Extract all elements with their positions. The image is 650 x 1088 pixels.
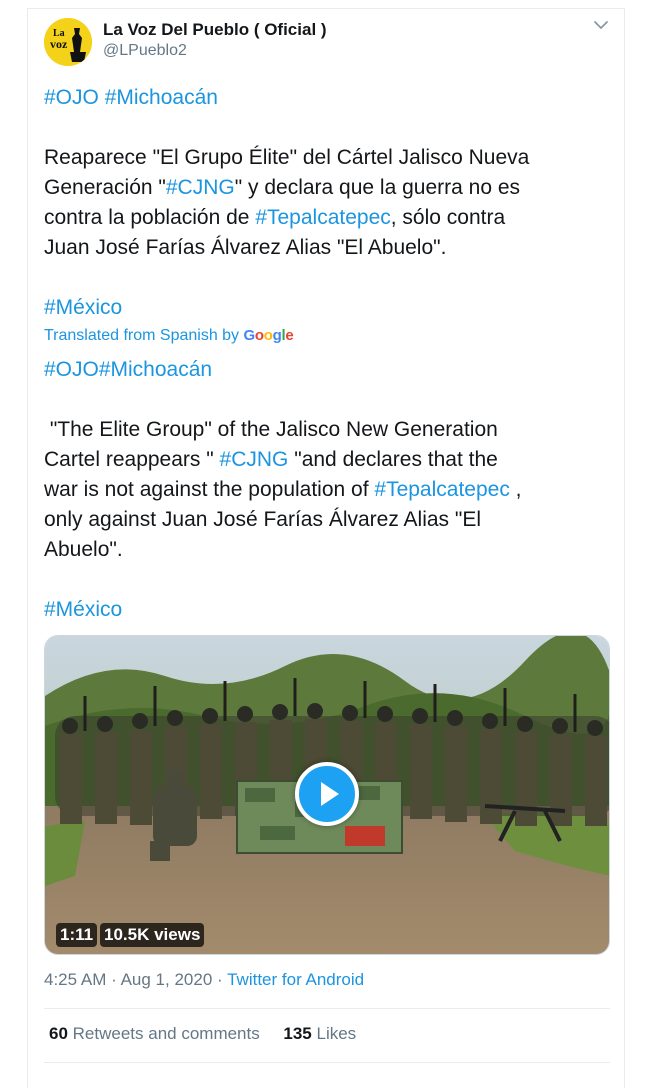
translation-label: Translated from Spanish by	[44, 327, 240, 344]
meta-separator: ·	[111, 970, 117, 989]
hashtag-cjng[interactable]: #CJNG	[220, 448, 289, 471]
avatar[interactable]: La voz	[44, 18, 92, 66]
tweet-line: contra la población de #Tepalcatepec, só…	[44, 203, 604, 233]
hashtag-mexico[interactable]: #México	[44, 296, 122, 319]
google-logo: Google	[243, 327, 294, 344]
translation-attribution[interactable]: Translated from Spanish by Google	[44, 327, 294, 345]
hashtag-ojo-michoacan[interactable]: #OJO#Michoacán	[44, 358, 212, 381]
retweets-stat[interactable]: 60 Retweets and comments	[49, 1024, 260, 1043]
retweets-count: 60	[49, 1024, 68, 1043]
tweet-date[interactable]: Aug 1, 2020	[121, 970, 213, 989]
hashtag-ojo[interactable]: #OJO	[44, 86, 99, 109]
video-duration: 1:11	[56, 923, 98, 947]
translated-body: "The Elite Group" of the Jalisco New Gen…	[44, 415, 604, 565]
likes-stat[interactable]: 135 Likes	[283, 1024, 356, 1043]
text-segment: Cartel reappears "	[44, 448, 220, 471]
tweet-text-final-tag: #México	[44, 293, 604, 323]
author-name[interactable]: La Voz Del Pueblo ( Oficial )	[103, 20, 327, 40]
meta-separator: ·	[217, 970, 223, 989]
tweet-source[interactable]: Twitter for Android	[227, 970, 364, 989]
translated-line: Cartel reappears " #CJNG "and declares t…	[44, 445, 604, 475]
translated-tags: #OJO#Michoacán	[44, 355, 604, 385]
text-segment: war is not against the population of	[44, 478, 375, 501]
svg-text:voz: voz	[50, 37, 68, 51]
text-segment: " y declara que la guerra no es	[234, 176, 521, 199]
tweet-line: Reaparece "El Grupo Élite" del Cártel Ja…	[44, 146, 530, 169]
translated-line: "The Elite Group" of the Jalisco New Gen…	[44, 418, 498, 441]
hashtag-cjng[interactable]: #CJNG	[166, 176, 235, 199]
text-segment: , sólo contra	[390, 206, 506, 229]
hashtag-mexico[interactable]: #México	[44, 598, 122, 621]
tweet-text-tags: #OJO #Michoacán	[44, 83, 604, 113]
text-segment: "and declares that the	[288, 448, 498, 471]
play-icon	[321, 782, 339, 806]
hashtag-michoacan[interactable]: #Michoacán	[105, 86, 218, 109]
text-segment: Generación "	[44, 176, 166, 199]
tweet-line: Generación "#CJNG" y declara que la guer…	[44, 173, 604, 203]
more-options-button[interactable]	[592, 18, 610, 32]
likes-label: Likes	[316, 1024, 357, 1043]
tweet-meta: 4:25 AM · Aug 1, 2020 · Twitter for Andr…	[44, 970, 364, 990]
chevron-down-icon	[594, 21, 608, 30]
tweet-line: Juan José Farías Álvarez Alias "El Abuel…	[44, 236, 447, 259]
video-views: 10.5K views	[100, 923, 205, 947]
translated-line: Abuelo".	[44, 538, 123, 561]
tweet-text-body: Reaparece "El Grupo Élite" del Cártel Ja…	[44, 143, 604, 263]
likes-count: 135	[283, 1024, 312, 1043]
translated-line: only against Juan José Farías Álvarez Al…	[44, 508, 482, 531]
divider	[44, 1008, 610, 1009]
tweet-stats: 60 Retweets and comments 135 Likes	[49, 1024, 356, 1044]
translated-final-tag: #México	[44, 595, 604, 625]
author-handle[interactable]: @LPueblo2	[103, 42, 187, 60]
translated-line: war is not against the population of #Te…	[44, 475, 604, 505]
retweets-label: Retweets and comments	[72, 1024, 260, 1043]
avatar-logo-icon: La voz	[44, 18, 92, 66]
hashtag-tepalcatepec[interactable]: #Tepalcatepec	[255, 206, 390, 229]
text-segment: contra la población de	[44, 206, 256, 229]
play-button[interactable]	[295, 762, 359, 826]
text-segment: ,	[509, 478, 522, 501]
tweet-time[interactable]: 4:25 AM	[44, 970, 106, 989]
hashtag-tepalcatepec[interactable]: #Tepalcatepec	[374, 478, 509, 501]
divider	[44, 1062, 610, 1063]
